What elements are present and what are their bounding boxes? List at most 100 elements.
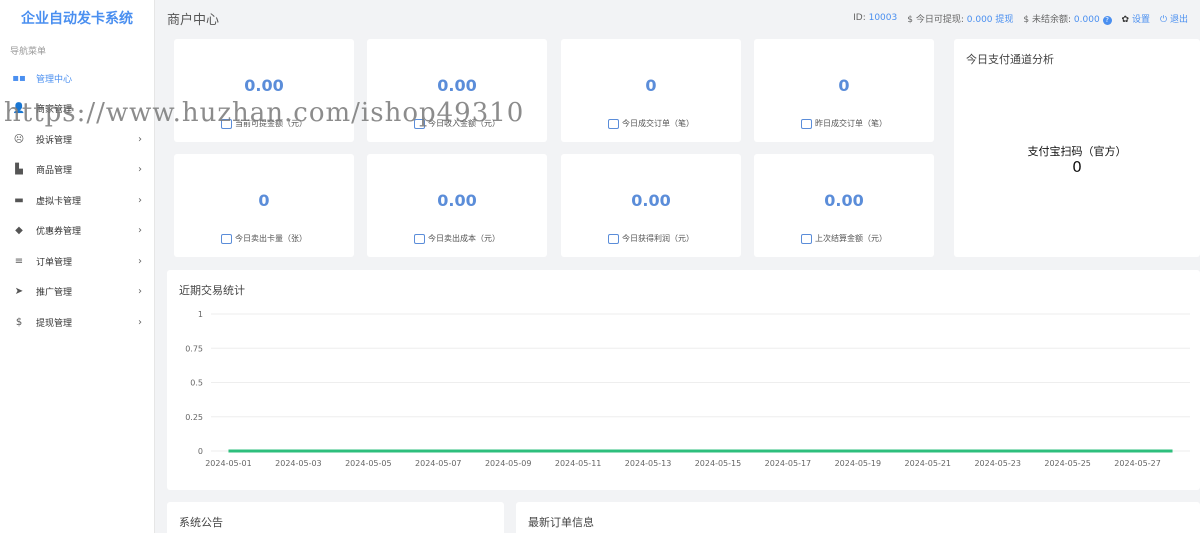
dashboard-icon: ▪▪ [12, 72, 26, 84]
stat-card: 0 昨日成交订单（笔） [754, 39, 934, 142]
stat-card: 0.00 今日获得利润（元） [561, 154, 741, 257]
settings-link[interactable]: ✿ 设置 [1122, 12, 1150, 25]
sidebar-item-3[interactable]: ▙ 商品管理 › [0, 155, 154, 186]
withdrawable-today: $ 今日可提现: 0.000 提现 [907, 12, 1013, 25]
sidebar-item-0[interactable]: ▪▪ 管理中心 [0, 63, 154, 94]
x-tick-label: 2024-05-27 [1114, 459, 1161, 468]
question-icon[interactable]: ? [1102, 15, 1112, 25]
withdrawable-label: $ 今日可提现: [907, 14, 964, 25]
chevron-right-icon: › [138, 194, 142, 206]
sidebar-item-5[interactable]: ◆ 优惠券管理 › [0, 216, 154, 247]
user-icon: 👤 [12, 103, 26, 115]
wallet-icon [221, 118, 232, 129]
unsettled-balance: $ 未结余额: 0.000 ? [1023, 12, 1112, 25]
stat-value: 0.00 [824, 191, 864, 210]
sidebar-item-4[interactable]: ▬ 虚拟卡管理 › [0, 185, 154, 216]
top-bar: 商户中心 ID: 10003 $ 今日可提现: 0.000 提现 $ 未结余额:… [155, 0, 1200, 36]
merchant-id-label: ID: [853, 13, 866, 23]
logout-link[interactable]: ⏻ 退出 [1160, 12, 1188, 25]
list-icon: ≡ [14, 255, 24, 267]
stat-label: 今日收入金额（元） [428, 119, 500, 128]
payment-channel-value: 0 [1072, 158, 1082, 176]
stat-card: 0.00 今日卖出成本（元） [367, 154, 547, 257]
dollar-icon: $ [15, 316, 23, 328]
merchant-id-value: 10003 [868, 13, 898, 23]
chevron-right-icon: › [138, 286, 142, 298]
sidebar-item-8[interactable]: $ 提现管理 › [0, 307, 154, 338]
sidebar-item-label: 商品管理 [36, 166, 73, 177]
database-icon [414, 233, 425, 244]
stat-value: 0 [838, 76, 850, 95]
stat-label: 当前可提金额（元） [235, 119, 307, 128]
latest-orders-card: 最新订单信息 [516, 502, 1200, 533]
x-tick-label: 2024-05-01 [205, 459, 252, 468]
stat-label: 今日卖出成本（元） [428, 234, 500, 243]
nav-heading: 导航菜单 [10, 47, 47, 57]
stat-label-row: 上次结算金额（元） [754, 233, 934, 244]
stat-card: 0 今日成交订单（笔） [561, 39, 741, 142]
stat-value: 0.00 [631, 191, 671, 210]
tag-icon: ◆ [15, 225, 23, 237]
sidebar-item-label: 商家管理 [36, 105, 73, 116]
stat-value: 0.00 [244, 76, 284, 95]
profit-icon [608, 233, 619, 244]
stat-card: 0.00 当前可提金额（元） [174, 39, 354, 142]
document-icon [801, 118, 812, 129]
withdrawable-value: 0.000 [966, 14, 993, 25]
sidebar-item-label: 订单管理 [36, 257, 73, 268]
x-tick-label: 2024-05-11 [555, 459, 602, 468]
credit-card-icon: ▬ [14, 194, 24, 206]
stat-label-row: 今日卖出成本（元） [367, 233, 547, 244]
x-tick-label: 2024-05-15 [695, 459, 742, 468]
x-tick-label: 2024-05-25 [1044, 459, 1091, 468]
shopping-bag-icon: ▙ [15, 164, 23, 176]
payment-channel-title: 今日支付通道分析 [966, 53, 1054, 66]
paper-plane-icon: ➤ [14, 286, 24, 298]
stat-label: 上次结算金额（元） [815, 234, 887, 243]
withdraw-link[interactable]: 提现 [995, 15, 1013, 25]
stat-value: 0.00 [437, 191, 477, 210]
x-tick-label: 2024-05-05 [345, 459, 392, 468]
stat-value: 0.00 [437, 76, 477, 95]
app-logo-title[interactable]: 企业自动发卡系统 [0, 0, 154, 36]
y-tick-label: 0.25 [185, 413, 203, 422]
sidebar-item-label: 推广管理 [36, 288, 73, 299]
chevron-right-icon: › [138, 316, 142, 328]
chevron-right-icon: › [138, 164, 142, 176]
sidebar-item-7[interactable]: ➤ 推广管理 › [0, 277, 154, 308]
sidebar-item-2[interactable]: ☹ 投诉管理 › [0, 124, 154, 155]
stat-label-row: 昨日成交订单（笔） [754, 118, 934, 129]
y-tick-label: 1 [198, 310, 203, 319]
trade-chart-card: 近期交易统计 0 0.25 0.5 0.75 1 2024-05-01 2024-05-03… [167, 270, 1200, 490]
card-icon [221, 233, 232, 244]
sidebar-item-label: 优惠券管理 [36, 227, 82, 238]
x-tick-label: 2024-05-21 [905, 459, 952, 468]
payment-channel-name: 支付宝扫码（官方） [1027, 145, 1127, 158]
x-tick-label: 2024-05-13 [625, 459, 672, 468]
stat-label-row: 今日获得利润（元） [561, 233, 741, 244]
sidebar-item-label: 提现管理 [36, 318, 73, 329]
stat-label: 今日成交订单（笔） [622, 119, 694, 128]
y-tick-label: 0.5 [190, 379, 203, 388]
logout-label: 退出 [1169, 14, 1188, 25]
sidebar-item-1[interactable]: 👤 商家管理 [0, 94, 154, 125]
unsettled-value: 0.000 [1073, 14, 1100, 25]
sidebar-item-label: 投诉管理 [36, 135, 73, 146]
sidebar: 企业自动发卡系统 导航菜单 ▪▪ 管理中心 👤 商家管理 ☹ 投诉管理 › ▙ 商品管理 › ▬ 虚拟… [0, 0, 155, 533]
x-tick-label: 2024-05-17 [765, 459, 812, 468]
announcement-title: 系统公告 [179, 516, 223, 529]
trade-chart: 0 0.25 0.5 0.75 1 2024-05-01 2024-05-03 2024-05… [185, 310, 1190, 468]
stat-label-row: 今日收入金额（元） [367, 118, 547, 129]
account-info: ID: 10003 $ 今日可提现: 0.000 提现 $ 未结余额: 0.00… [853, 12, 1188, 25]
chevron-right-icon: › [138, 255, 142, 267]
stat-label: 今日获得利润（元） [622, 234, 694, 243]
y-tick-label: 0.75 [185, 344, 203, 353]
nav-list: ▪▪ 管理中心 👤 商家管理 ☹ 投诉管理 › ▙ 商品管理 › ▬ 虚拟卡管理 › ◆ 优惠券管理 › ≡ 订单… [0, 63, 154, 338]
coin-icon [414, 118, 425, 129]
sidebar-item-6[interactable]: ≡ 订单管理 › [0, 246, 154, 277]
stat-label-row: 今日卖出卡量（张） [174, 233, 354, 244]
merchant-id: ID: 10003 [853, 13, 897, 23]
order-icon [608, 118, 619, 129]
stat-label: 今日卖出卡量（张） [235, 234, 307, 243]
stat-label-row: 今日成交订单（笔） [561, 118, 741, 129]
